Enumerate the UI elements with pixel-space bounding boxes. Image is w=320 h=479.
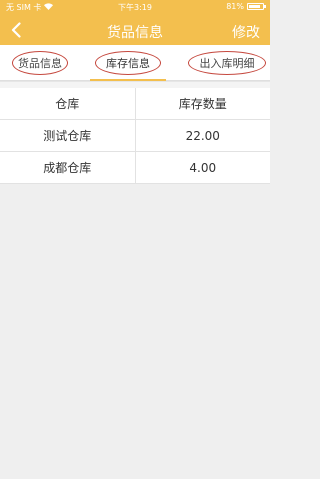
- highlight-ring: [95, 51, 161, 75]
- table-row: 测试仓库 22.00: [0, 120, 270, 152]
- header-bar: 无 SIM 卡 下午3:19 81% 货品信息 修改: [0, 0, 270, 45]
- column-header-quantity: 库存数量: [134, 88, 271, 119]
- quantity-cell: 22.00: [134, 120, 271, 151]
- page-title: 货品信息: [107, 25, 163, 41]
- tab-goods-info[interactable]: 货品信息: [12, 51, 68, 75]
- column-header-warehouse: 仓库: [55, 97, 80, 111]
- tab-in-out-details[interactable]: 出入库明细: [188, 51, 266, 75]
- table-row: 成都仓库 4.00: [0, 152, 270, 184]
- tab-bar: 货品信息 库存信息 出入库明细: [0, 45, 270, 81]
- battery-percent: 81%: [226, 2, 244, 11]
- warehouse-cell: 成都仓库: [43, 161, 92, 175]
- table-header-row: 仓库 库存数量: [0, 88, 270, 120]
- highlight-ring: [12, 51, 68, 75]
- app-screen: 无 SIM 卡 下午3:19 81% 货品信息 修改 货品信息 库存信息 出入库…: [0, 0, 270, 479]
- status-bar: 无 SIM 卡 下午3:19 81%: [0, 0, 270, 15]
- battery-icon: [247, 3, 266, 10]
- tab-stock-info[interactable]: 库存信息: [95, 51, 161, 75]
- quantity-cell: 4.00: [134, 152, 271, 183]
- nav-bar: 货品信息 修改: [0, 15, 270, 45]
- edit-button[interactable]: 修改: [232, 22, 260, 42]
- status-right: 81%: [226, 2, 266, 11]
- highlight-ring: [188, 51, 266, 75]
- warehouse-cell: 测试仓库: [43, 129, 92, 143]
- stock-table: 仓库 库存数量 测试仓库 22.00 成都仓库 4.00: [0, 81, 270, 184]
